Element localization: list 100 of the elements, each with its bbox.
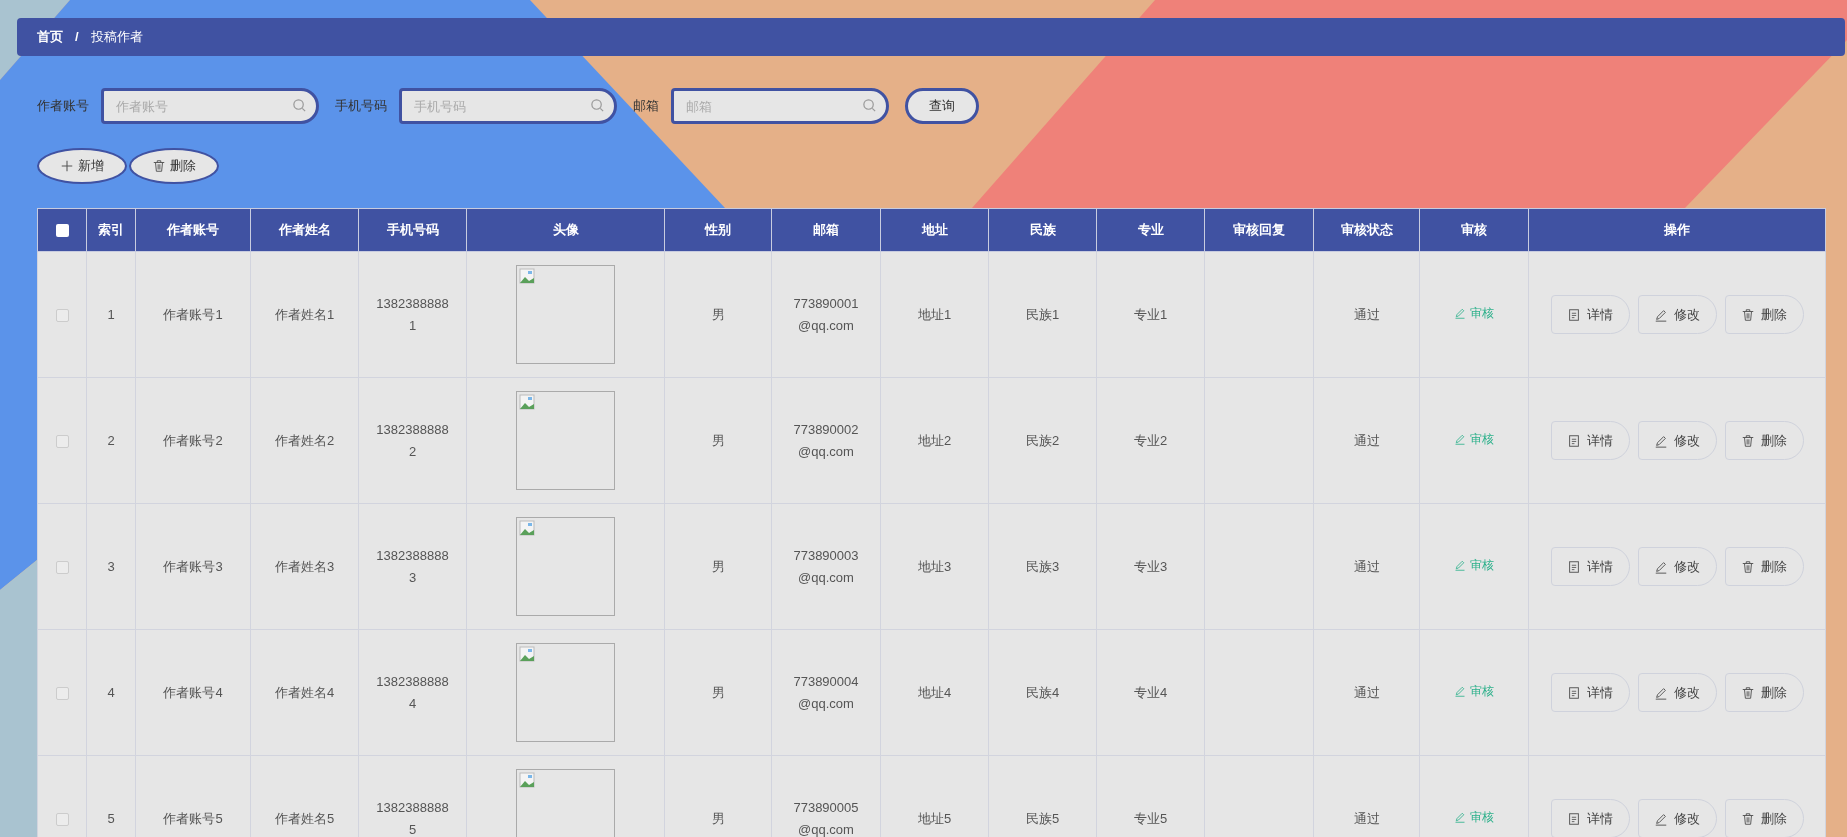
table-cell-text: 地址5 <box>917 810 952 826</box>
table-cell-text: 地址2 <box>917 432 952 448</box>
table-cell-text: 专业5 <box>1133 810 1168 826</box>
column-header: 审核状态 <box>1313 208 1420 252</box>
broken-image-icon <box>519 520 535 536</box>
delete-button[interactable]: 删除 <box>1724 547 1804 586</box>
table-cell-text: 5 <box>107 810 115 826</box>
column-header: 作者姓名 <box>250 208 359 252</box>
edit-button[interactable]: 修改 <box>1637 421 1717 460</box>
table-cell-text: 男 <box>711 558 725 574</box>
table-cell-text: 773890003@qq.com <box>792 546 860 587</box>
delete-button[interactable]: 删除 <box>1724 673 1804 712</box>
trash-icon <box>152 159 166 173</box>
table-cell-text: 通过 <box>1353 558 1380 574</box>
row-checkbox[interactable] <box>55 812 69 826</box>
table-cell-text: 作者姓名5 <box>274 810 335 826</box>
pencil-icon <box>1654 307 1668 322</box>
table-cell-text: 773890005@qq.com <box>792 798 860 837</box>
detail-button[interactable]: 详情 <box>1550 547 1630 586</box>
table-cell-text: 773890002@qq.com <box>792 420 860 461</box>
search-icon <box>590 98 605 113</box>
trash-icon <box>1741 307 1755 322</box>
table-cell-text: 通过 <box>1353 306 1380 322</box>
table-cell-text: 作者账号5 <box>163 810 223 826</box>
pencil-icon <box>1654 811 1668 826</box>
broken-image-icon <box>519 268 535 284</box>
breadcrumb-current: 投稿作者 <box>90 28 143 47</box>
search-field[interactable]: 邮箱 <box>671 88 889 124</box>
table-cell-text: 13823888882 <box>375 420 450 461</box>
column-header: 专业 <box>1096 208 1205 252</box>
edit-button[interactable]: 修改 <box>1637 673 1717 712</box>
detail-button[interactable]: 详情 <box>1550 799 1630 837</box>
pencil-icon <box>1654 685 1668 700</box>
search-field[interactable]: 作者账号 <box>101 88 319 124</box>
edit-button[interactable]: 修改 <box>1637 547 1717 586</box>
pencil-icon <box>1654 433 1668 448</box>
document-icon <box>1567 433 1581 448</box>
row-checkbox[interactable] <box>55 560 69 574</box>
trash-icon <box>1741 811 1755 826</box>
table-cell-text: 作者账号1 <box>163 306 223 322</box>
trash-icon <box>1741 559 1755 574</box>
column-header: 邮箱 <box>771 208 881 252</box>
search-button[interactable]: 查询 <box>905 88 979 124</box>
table-cell-text: 作者账号4 <box>163 684 223 700</box>
document-icon <box>1567 685 1581 700</box>
table-cell-text: 3 <box>107 558 115 574</box>
table-cell-text: 作者姓名1 <box>274 306 335 322</box>
field-label: 手机号码 <box>335 97 387 116</box>
row-checkbox[interactable] <box>55 434 69 448</box>
search-icon <box>292 98 307 113</box>
pencil-icon <box>1454 811 1466 824</box>
delete-button[interactable]: 删除 <box>1724 799 1804 837</box>
breadcrumb-separator: / <box>74 28 80 47</box>
column-header: 民族 <box>988 208 1097 252</box>
search-icon <box>862 98 877 113</box>
search-field[interactable]: 手机号码 <box>399 88 617 124</box>
delete-button[interactable]: 删除 <box>1724 295 1804 334</box>
table-cell-text: 地址4 <box>917 684 952 700</box>
table-cell-text: 13823888881 <box>375 294 450 335</box>
table-cell-text: 作者姓名3 <box>274 558 335 574</box>
pencil-icon <box>1454 433 1466 446</box>
table-cell-text: 地址1 <box>917 306 952 322</box>
table-cell-text: 男 <box>711 810 725 826</box>
table-cell-text: 民族1 <box>1025 306 1060 322</box>
table-cell-text: 1 <box>107 306 115 322</box>
table-cell-text: 男 <box>711 432 725 448</box>
table-cell-text: 作者姓名4 <box>274 684 335 700</box>
document-icon <box>1567 559 1581 574</box>
table-cell-text: 专业3 <box>1133 558 1168 574</box>
table-cell-text: 13823888883 <box>375 546 450 587</box>
table-cell-text: 民族2 <box>1025 432 1060 448</box>
table-cell-text: 地址3 <box>917 558 952 574</box>
table-cell-text: 773890004@qq.com <box>792 672 860 713</box>
breadcrumb-link[interactable]: 首页 <box>37 27 63 47</box>
column-header: 性别 <box>664 208 772 252</box>
pencil-icon <box>1454 559 1466 572</box>
pencil-icon <box>1454 685 1466 698</box>
table-cell-text: 民族3 <box>1025 558 1060 574</box>
table-cell-text: 男 <box>711 684 725 700</box>
trash-icon <box>1741 433 1755 448</box>
detail-button[interactable]: 详情 <box>1550 421 1630 460</box>
broken-image-icon <box>519 646 535 662</box>
detail-button[interactable]: 详情 <box>1550 295 1630 334</box>
table-cell-text: 通过 <box>1353 432 1380 448</box>
trash-icon <box>1741 685 1755 700</box>
field-label: 作者账号 <box>37 97 89 116</box>
column-header: 地址 <box>880 208 989 252</box>
column-header: 索引 <box>86 208 136 252</box>
table-cell-text: 专业2 <box>1133 432 1168 448</box>
table-cell-text: 通过 <box>1353 684 1380 700</box>
table-cell-text: 作者姓名2 <box>274 432 335 448</box>
detail-button[interactable]: 详情 <box>1550 673 1630 712</box>
edit-button[interactable]: 修改 <box>1637 799 1717 837</box>
row-checkbox[interactable] <box>55 686 69 700</box>
row-checkbox[interactable] <box>55 308 69 322</box>
edit-button[interactable]: 修改 <box>1637 295 1717 334</box>
plus-icon <box>60 159 74 173</box>
delete-button[interactable]: 删除 <box>1724 421 1804 460</box>
header-checkbox[interactable] <box>55 224 69 238</box>
column-header: 操作 <box>1528 208 1826 252</box>
